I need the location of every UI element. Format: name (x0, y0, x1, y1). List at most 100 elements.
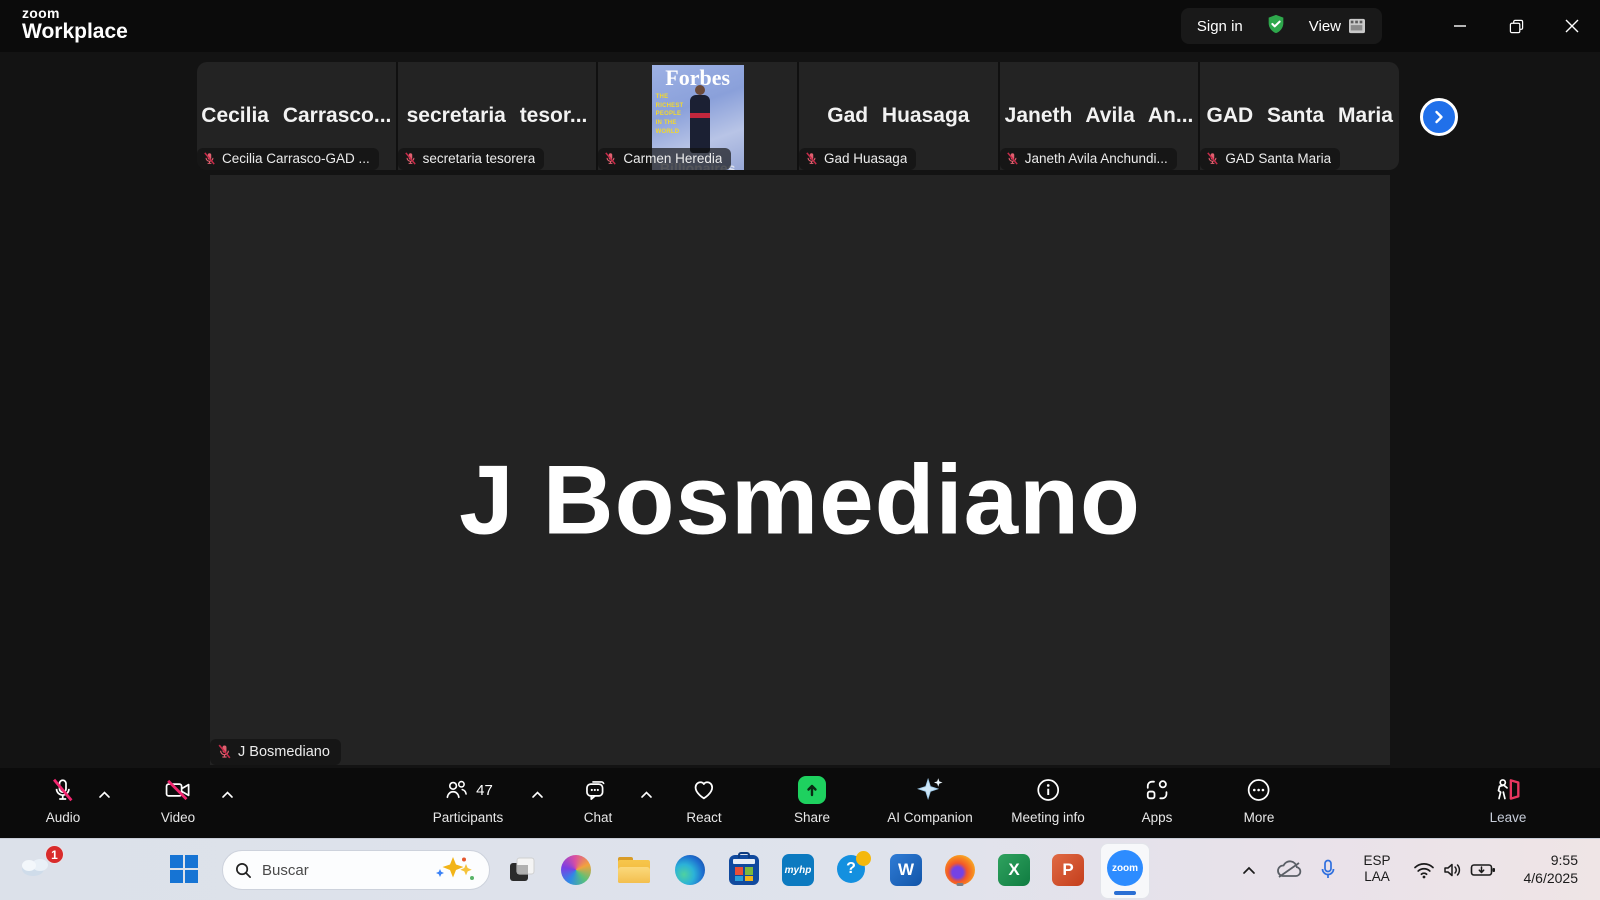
tile-name-pill: Carmen Heredia (598, 148, 731, 170)
react-label: React (686, 810, 721, 825)
tile-display-name: Gad Huasaga (799, 104, 998, 128)
forbes-line: RICHEST (656, 102, 684, 111)
taskbar-clock[interactable]: 9:55 4/6/2025 (1524, 851, 1579, 889)
participants-button[interactable]: 47 Participants (433, 776, 504, 825)
audio-button[interactable]: Audio (46, 776, 81, 825)
microphone-icon (1320, 859, 1336, 881)
mic-in-use-tray-icon[interactable] (1310, 852, 1346, 888)
video-label: Video (161, 810, 195, 825)
chevron-right-icon (1431, 109, 1447, 125)
ai-companion-button[interactable]: AI Companion (887, 776, 973, 825)
meeting-toolbar: Audio Video 47 Participants Chat (0, 768, 1600, 838)
muted-camera-icon (164, 777, 192, 803)
chat-icon (584, 777, 612, 803)
forbes-figure (690, 95, 710, 153)
gallery-view-icon (1348, 18, 1366, 34)
view-label: View (1309, 18, 1341, 35)
active-speaker-view: J Bosmediano J Bosmediano (210, 175, 1390, 765)
logo-zoom-text: zoom (22, 6, 128, 21)
tile-label: Gad Huasaga (824, 151, 907, 166)
firefox-button[interactable] (942, 852, 978, 888)
clock-time: 9:55 (1524, 851, 1579, 870)
battery-tray-button[interactable] (1465, 852, 1501, 888)
excel-button[interactable]: X (996, 852, 1032, 888)
leave-button[interactable]: Leave (1490, 776, 1527, 825)
restore-button[interactable] (1488, 0, 1544, 52)
muted-mic-icon (804, 151, 819, 166)
video-tile-secretaria[interactable]: secretaria tesor... secretaria tesorera (398, 62, 597, 170)
title-bar: zoom Workplace Sign in View (0, 0, 1600, 52)
clock-date: 4/6/2025 (1524, 870, 1579, 889)
task-view-icon (507, 855, 537, 885)
tile-name-pill: Cecilia Carrasco-GAD ... (197, 148, 379, 170)
apps-button[interactable]: Apps (1142, 776, 1173, 825)
edge-button[interactable] (672, 852, 708, 888)
tile-label: GAD Santa Maria (1225, 151, 1331, 166)
taskbar-search[interactable] (222, 850, 490, 890)
more-button[interactable]: More (1244, 776, 1275, 825)
active-app-indicator (1114, 891, 1136, 895)
search-icon (235, 862, 252, 879)
share-button[interactable]: Share (794, 776, 830, 825)
file-explorer-button[interactable] (616, 852, 652, 888)
zoom-app-button-active[interactable]: zoom (1100, 843, 1150, 899)
ai-companion-label: AI Companion (887, 810, 973, 825)
word-icon: W (890, 854, 922, 886)
excel-icon: X (998, 854, 1030, 886)
tray-expand-button[interactable] (1231, 852, 1267, 888)
video-tile-gad-santa-maria[interactable]: GAD Santa Maria GAD Santa Maria (1200, 62, 1399, 170)
muted-mic-icon (1205, 151, 1220, 166)
participants-options-caret[interactable] (531, 786, 544, 804)
get-help-button[interactable]: ? (834, 852, 870, 888)
tile-display-name: Cecilia Carrasco... (197, 104, 396, 128)
muted-mic-icon (216, 743, 233, 760)
powerpoint-icon: P (1052, 854, 1084, 886)
close-button[interactable] (1544, 0, 1600, 52)
next-page-button[interactable] (1420, 98, 1458, 136)
share-screen-icon (798, 776, 826, 804)
microsoft-store-button[interactable] (726, 852, 762, 888)
tile-display-name: GAD Santa Maria (1200, 104, 1399, 128)
participant-filmstrip: Cecilia Carrasco... Cecilia Carrasco-GAD… (197, 62, 1399, 170)
meeting-info-button[interactable]: Meeting info (1011, 776, 1085, 825)
zoom-workplace-logo: zoom Workplace (22, 6, 128, 43)
share-label: Share (794, 810, 830, 825)
copilot-button[interactable] (558, 852, 594, 888)
chat-button[interactable]: Chat (584, 776, 613, 825)
zoom-workplace-window: zoom Workplace Sign in View (0, 0, 1600, 900)
video-options-caret[interactable] (221, 786, 234, 804)
onedrive-tray-button[interactable] (1271, 852, 1307, 888)
react-button[interactable]: React (686, 776, 721, 825)
view-button[interactable]: View (1309, 18, 1366, 35)
sign-in-button[interactable]: Sign in (1197, 18, 1243, 35)
security-shield-icon[interactable] (1265, 13, 1287, 40)
language-indicator[interactable]: ESP LAA (1363, 853, 1390, 887)
task-view-button[interactable] (504, 852, 540, 888)
video-tile-gad-huasaga[interactable]: Gad Huasaga Gad Huasaga (799, 62, 998, 170)
logo-workplace-text: Workplace (22, 21, 128, 43)
myhp-button[interactable]: myhp (780, 852, 816, 888)
firefox-icon (945, 855, 975, 885)
search-input[interactable] (262, 862, 412, 879)
tile-name-pill: Gad Huasaga (799, 148, 916, 170)
forbes-cover-lines: THE RICHEST PEOPLE IN THE WORLD (656, 93, 684, 136)
chat-options-caret[interactable] (640, 786, 653, 804)
video-button[interactable]: Video (161, 776, 195, 825)
speaker-display-name: J Bosmediano (210, 443, 1390, 556)
leave-label: Leave (1490, 810, 1527, 825)
powerpoint-button[interactable]: P (1050, 852, 1086, 888)
video-tile-carmen[interactable]: Forbes THE RICHEST PEOPLE IN THE WORLD B… (598, 62, 797, 170)
leave-door-icon (1493, 776, 1523, 804)
folder-icon (618, 857, 650, 883)
start-button[interactable] (170, 855, 200, 885)
word-button[interactable]: W (888, 852, 924, 888)
muted-mic-icon (1005, 151, 1020, 166)
minimize-button[interactable] (1432, 0, 1488, 52)
chat-label: Chat (584, 810, 613, 825)
video-tile-janeth[interactable]: Janeth Avila An... Janeth Avila Anchundi… (1000, 62, 1199, 170)
weather-widget[interactable]: 1 (18, 851, 62, 889)
video-tile-cecilia[interactable]: Cecilia Carrasco... Cecilia Carrasco-GAD… (197, 62, 396, 170)
running-indicator (957, 883, 964, 887)
audio-options-caret[interactable] (98, 786, 111, 804)
forbes-line: THE (656, 93, 684, 102)
